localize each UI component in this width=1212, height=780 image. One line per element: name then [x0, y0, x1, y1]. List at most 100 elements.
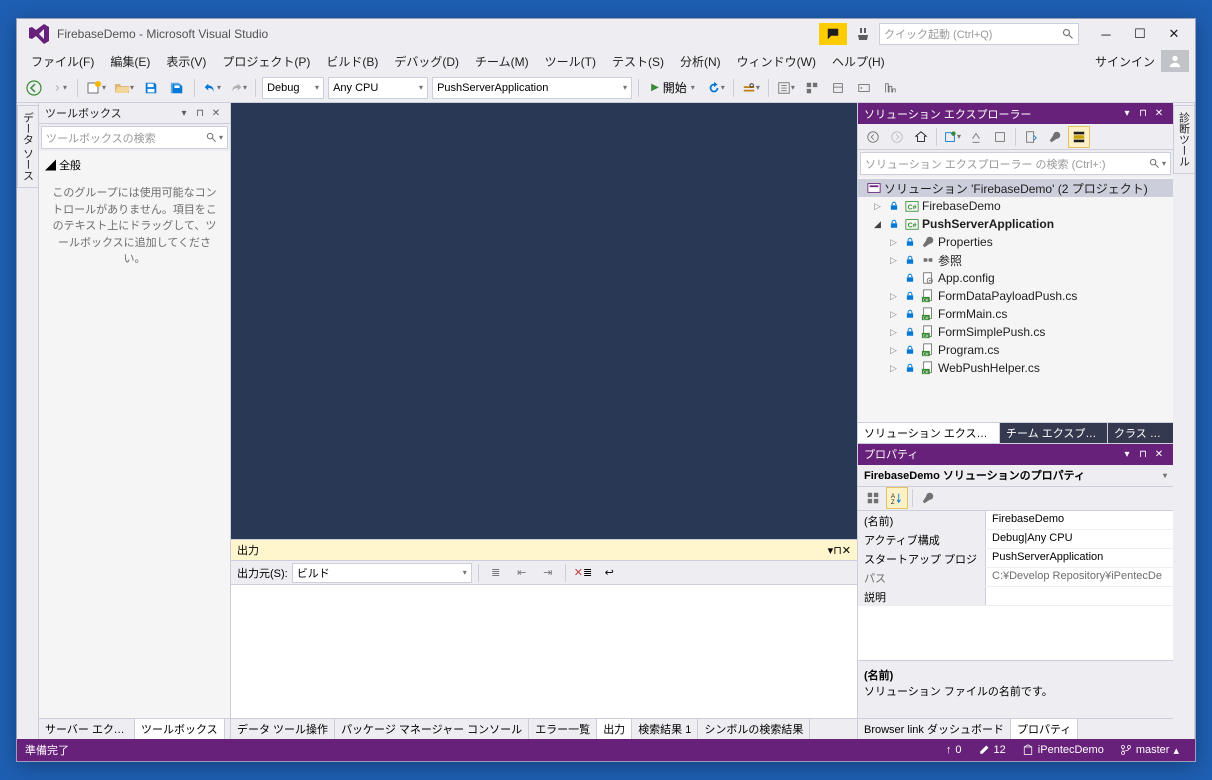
tab-properties[interactable]: プロパティ: [1011, 719, 1078, 739]
panel-close-icon[interactable]: ✕: [1151, 446, 1167, 462]
new-project-button[interactable]: ▾: [84, 77, 108, 99]
redo-button[interactable]: ▾: [227, 77, 249, 99]
pin-icon[interactable]: ⊓: [833, 544, 842, 557]
vtab-datasources[interactable]: データ ソース: [17, 105, 39, 188]
output-source-combo[interactable]: ビルド▾: [292, 563, 472, 583]
panel-close-icon[interactable]: ✕: [842, 544, 851, 557]
output-btn1[interactable]: ≣: [485, 562, 507, 584]
notifications-button[interactable]: [819, 23, 847, 45]
sol-back[interactable]: [862, 126, 884, 148]
tree-row[interactable]: Properties: [858, 233, 1173, 251]
tree-row[interactable]: App.config: [858, 269, 1173, 287]
startup-combo[interactable]: PushServerApplication▾: [432, 77, 632, 99]
user-icon[interactable]: [1161, 50, 1189, 72]
tab-pkg-mgr[interactable]: パッケージ マネージャー コンソール: [335, 719, 529, 739]
panel-close-icon[interactable]: ✕: [208, 105, 224, 121]
panel-dropdown-icon[interactable]: ▾: [1119, 106, 1135, 122]
prop-cat[interactable]: [862, 487, 884, 509]
panel-dropdown-icon[interactable]: ▾: [1119, 446, 1135, 462]
tab-server-explorer[interactable]: サーバー エクスプロ...: [39, 719, 135, 739]
status-publish[interactable]: ↑ 0: [938, 744, 970, 756]
tb-extra4[interactable]: [853, 77, 875, 99]
save-all-button[interactable]: [166, 77, 188, 99]
menu-view[interactable]: 表示(V): [158, 51, 214, 72]
tb-extra5[interactable]: [879, 77, 901, 99]
pin-icon[interactable]: ⊓: [192, 105, 208, 121]
tree-solution-root[interactable]: ソリューション 'FirebaseDemo' (2 プロジェクト): [858, 179, 1173, 197]
properties-object[interactable]: FirebaseDemo ソリューションのプロパティ ▾: [858, 465, 1173, 487]
sol-showall[interactable]: [1068, 126, 1090, 148]
tree-row[interactable]: 参照: [858, 251, 1173, 269]
feedback-button[interactable]: [849, 23, 877, 45]
prop-alpha[interactable]: AZ: [886, 487, 908, 509]
menu-analyze[interactable]: 分析(N): [672, 51, 729, 72]
toolbox-group-general[interactable]: ◢ 全般: [41, 153, 228, 177]
quick-launch-input[interactable]: クイック起動 (Ctrl+Q): [879, 23, 1079, 45]
output-btn2[interactable]: ⇤: [511, 562, 533, 584]
tab-browser-link[interactable]: Browser link ダッシュボード: [858, 719, 1011, 739]
tb-extra1[interactable]: ▾: [775, 77, 797, 99]
menu-file[interactable]: ファイル(F): [23, 51, 102, 72]
pin-icon[interactable]: ⊓: [1135, 106, 1151, 122]
menu-debug[interactable]: デバッグ(D): [386, 51, 467, 72]
property-row[interactable]: スタートアップ プロジェクトPushServerApplication: [858, 549, 1173, 568]
tree-row[interactable]: C#PushServerApplication: [858, 215, 1173, 233]
sol-btn3[interactable]: [989, 126, 1011, 148]
config-combo[interactable]: Debug▾: [262, 77, 324, 99]
output-body[interactable]: [231, 585, 857, 718]
prop-wrench[interactable]: [917, 487, 939, 509]
sol-btn1[interactable]: ▾: [941, 126, 963, 148]
tree-row[interactable]: C#FormMain.cs: [858, 305, 1173, 323]
tab-class-view[interactable]: クラス ビュー: [1108, 423, 1173, 443]
tb-extra2[interactable]: [801, 77, 823, 99]
sol-btn4[interactable]: [1020, 126, 1042, 148]
maximize-button[interactable]: ☐: [1123, 22, 1157, 46]
menu-tools[interactable]: ツール(T): [537, 51, 604, 72]
tab-solution-explorer[interactable]: ソリューション エクスプローラー: [858, 423, 1000, 443]
status-changes[interactable]: 12: [970, 744, 1014, 756]
refresh-button[interactable]: ▾: [705, 77, 727, 99]
tb-extra3[interactable]: [827, 77, 849, 99]
output-wrap[interactable]: ↩: [598, 562, 620, 584]
tab-symbol[interactable]: シンボルの検索結果: [698, 719, 810, 739]
tab-team-explorer[interactable]: チーム エクスプローラー: [1000, 423, 1108, 443]
find-button[interactable]: ▾: [740, 77, 762, 99]
tab-find1[interactable]: 検索結果 1: [632, 719, 698, 739]
tab-error-list[interactable]: エラー一覧: [529, 719, 597, 739]
sol-props[interactable]: [1044, 126, 1066, 148]
output-btn3[interactable]: ⇥: [537, 562, 559, 584]
tab-toolbox[interactable]: ツールボックス: [135, 719, 225, 739]
solution-tree[interactable]: ソリューション 'FirebaseDemo' (2 プロジェクト) C#Fire…: [858, 177, 1173, 422]
signin-link[interactable]: サインイン: [1089, 53, 1161, 70]
tree-row[interactable]: C#FirebaseDemo: [858, 197, 1173, 215]
property-row[interactable]: 説明: [858, 587, 1173, 606]
tree-row[interactable]: C#FormSimplePush.cs: [858, 323, 1173, 341]
open-file-button[interactable]: ▾: [112, 77, 136, 99]
toolbox-search[interactable]: ツールボックスの検索 ▾: [41, 126, 228, 149]
status-repo[interactable]: iPentecDemo: [1014, 744, 1112, 756]
start-debug-button[interactable]: ▶開始 ▾: [645, 77, 701, 99]
tab-data-tools[interactable]: データ ツール操作: [231, 719, 335, 739]
menu-build[interactable]: ビルド(B): [318, 51, 386, 72]
panel-dropdown-icon[interactable]: ▾: [176, 105, 192, 121]
platform-combo[interactable]: Any CPU▾: [328, 77, 428, 99]
save-button[interactable]: [140, 77, 162, 99]
menu-test[interactable]: テスト(S): [604, 51, 672, 72]
tree-row[interactable]: C#Program.cs: [858, 341, 1173, 359]
menu-edit[interactable]: 編集(E): [102, 51, 158, 72]
minimize-button[interactable]: ─: [1089, 22, 1123, 46]
property-row[interactable]: アクティブ構成Debug|Any CPU: [858, 530, 1173, 549]
nav-back-button[interactable]: [23, 77, 45, 99]
tab-output[interactable]: 出力: [597, 719, 632, 739]
menu-team[interactable]: チーム(M): [467, 51, 537, 72]
property-row[interactable]: (名前)FirebaseDemo: [858, 511, 1173, 530]
menu-window[interactable]: ウィンドウ(W): [729, 51, 824, 72]
sol-home[interactable]: [910, 126, 932, 148]
status-branch[interactable]: master ▴: [1112, 744, 1187, 757]
output-clear[interactable]: ✕≣: [572, 562, 594, 584]
tree-row[interactable]: C#WebPushHelper.cs: [858, 359, 1173, 377]
nav-fwd-button[interactable]: ▾: [49, 77, 71, 99]
property-row[interactable]: パスC:¥Develop Repository¥iPentecDe: [858, 568, 1173, 587]
menu-help[interactable]: ヘルプ(H): [824, 51, 893, 72]
solution-search[interactable]: ソリューション エクスプローラー の検索 (Ctrl+:) ▾: [860, 152, 1171, 175]
